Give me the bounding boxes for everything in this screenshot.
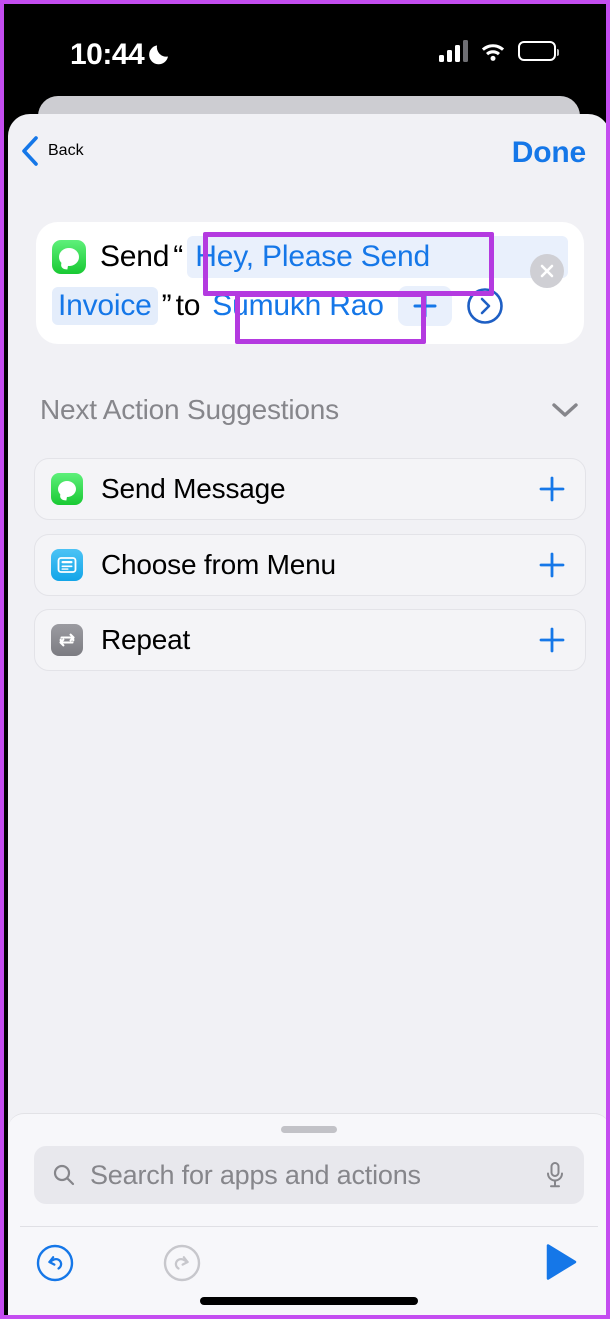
navigation-bar: Back Done [8,114,606,200]
repeat-loop-icon [51,624,83,656]
recipient-field[interactable]: Sumukh Rao [212,289,384,323]
suggestion-label: Choose from Menu [101,549,336,580]
search-icon [53,1164,75,1186]
delete-action-button[interactable] [530,254,564,288]
suggestion-label: Send Message [101,473,286,504]
add-suggestion-button[interactable] [539,476,565,502]
close-quote-mark: ” [161,289,172,322]
search-placeholder-text: Search for apps and actions [90,1159,421,1190]
cellular-signal-icon [439,40,468,62]
status-bar: 10:44 [8,8,606,96]
done-button[interactable]: Done [512,136,586,170]
phone-screenshot-frame: 10:44 Back Done Send “ Hey, Please Send … [0,0,610,1319]
suggestion-row-repeat[interactable]: Repeat [34,609,586,671]
send-message-action-card[interactable]: Send “ Hey, Please Send Invoice ” to Sum… [36,222,584,344]
search-input[interactable]: Search for apps and actions [34,1146,584,1204]
chevron-left-icon [22,136,38,166]
undo-button[interactable] [36,1244,74,1282]
add-suggestion-button[interactable] [539,552,565,578]
sheet-drag-handle[interactable] [281,1126,337,1133]
status-bar-time: 10:44 [70,38,145,71]
shortcut-editor-sheet: Back Done Send “ Hey, Please Send Invoic… [8,114,606,1315]
status-bar-indicators [439,40,559,62]
open-quote-mark: “ [173,240,184,273]
action-library-sheet: Search for apps and actions [8,1113,606,1315]
back-button[interactable]: Back [21,136,84,166]
action-card-line-1: Send “ Hey, Please Send [52,236,568,278]
battery-icon [518,41,559,61]
back-label: Back [48,142,84,159]
wifi-icon [481,44,505,61]
add-parameter-button[interactable] [397,286,452,326]
plus-icon [413,294,437,318]
action-verb-label: Send [100,240,170,273]
suggestion-row-choose-from-menu[interactable]: Choose from Menu [34,534,586,596]
crescent-moon-icon [149,45,168,65]
suggestion-label: Repeat [101,624,191,655]
chevron-down-icon[interactable] [550,401,580,419]
suggestions-title: Next Action Suggestions [40,394,339,425]
add-suggestion-button[interactable] [539,627,565,653]
messages-app-icon [52,240,86,274]
preposition-label: to [175,289,201,322]
home-indicator [200,1297,418,1305]
next-action-suggestions-header[interactable]: Next Action Suggestions [40,394,580,426]
toolbar-divider [20,1226,598,1227]
message-text-field[interactable]: Hey, Please Send [187,236,568,278]
run-shortcut-button[interactable] [542,1242,580,1282]
menu-list-icon [51,549,83,581]
message-text-field-continued[interactable]: Invoice [52,287,158,325]
suggestion-row-send-message[interactable]: Send Message [34,458,586,520]
close-icon [540,264,554,278]
redo-button[interactable] [163,1244,201,1282]
action-card-line-2: Invoice ” to Sumukh Rao [52,286,568,326]
microphone-icon[interactable] [544,1161,566,1189]
chevron-right-circle-icon[interactable] [466,287,504,325]
messages-app-icon [51,473,83,505]
